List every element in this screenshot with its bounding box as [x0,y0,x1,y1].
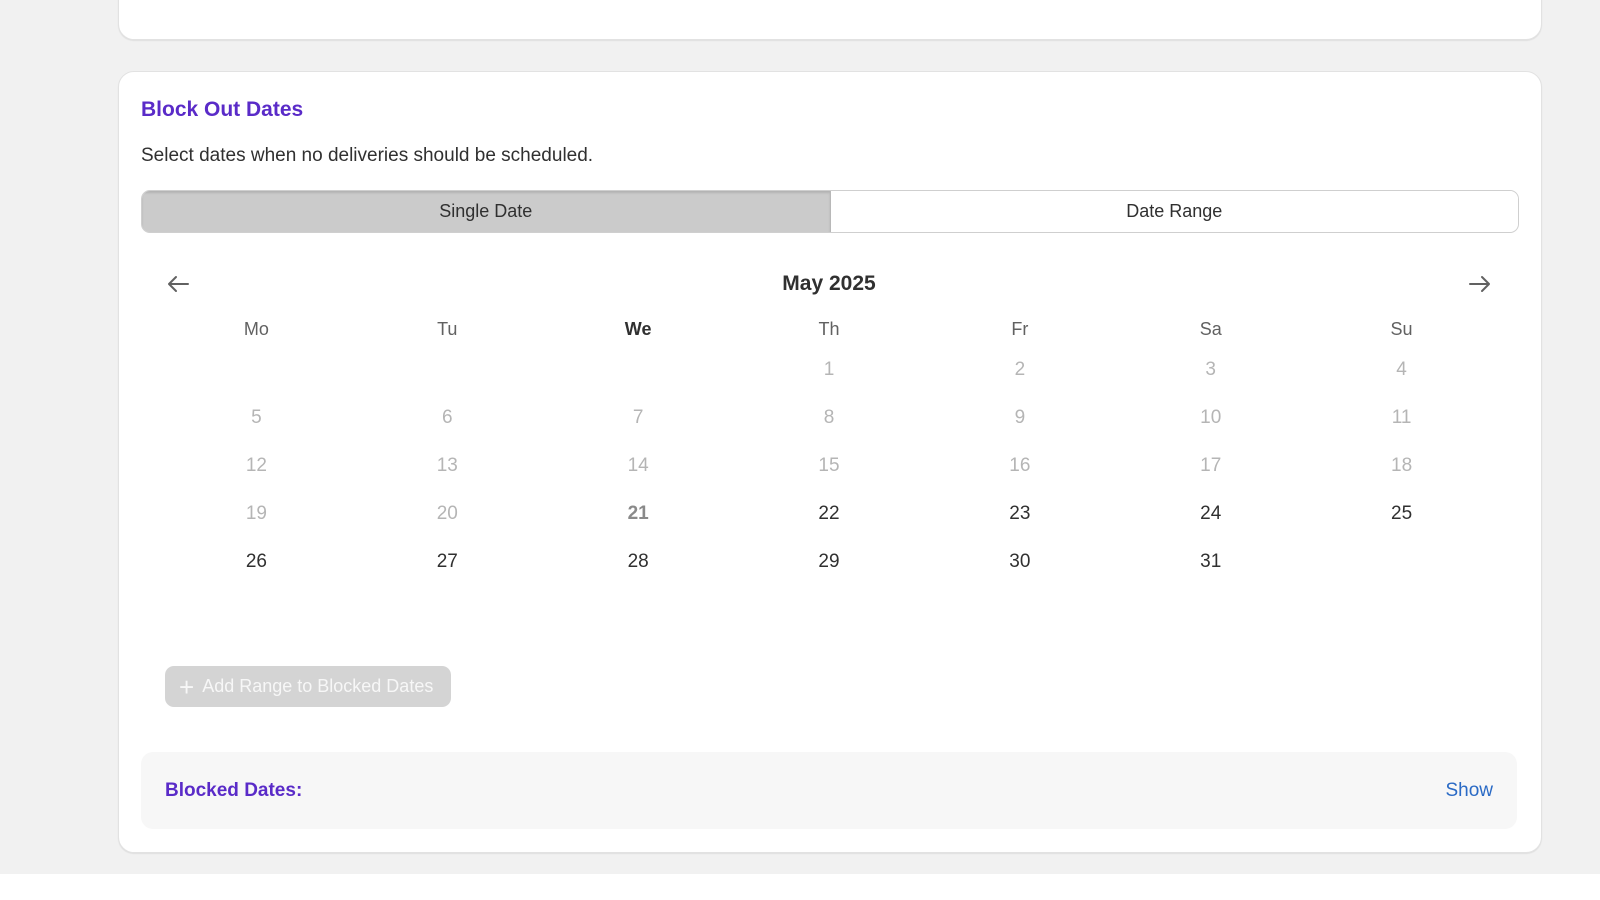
card-title: Block Out Dates [141,98,304,121]
calendar-day[interactable]: 27 [352,538,543,586]
weekday-header: Th [818,318,840,339]
calendar-day: 5 [251,407,262,428]
calendar-day: 4 [1396,359,1407,380]
calendar-day[interactable]: 26 [161,538,352,586]
block-out-dates-card: Block Out Dates Select dates when no del… [118,71,1542,853]
calendar-day: 13 [436,455,458,476]
calendar-day[interactable]: 25 [1306,490,1497,538]
calendar-blank-cell [543,346,734,394]
previous-card [118,0,1542,40]
calendar-day[interactable]: 31 [1115,538,1306,586]
next-month-button[interactable] [1465,270,1495,298]
calendar-day: 3 [1205,359,1216,380]
calendar-day: 9 [1014,407,1026,428]
calendar-day: 7 [632,407,644,428]
weekday-header: Tu [437,318,458,339]
single-date-button[interactable]: Single Date [142,191,831,232]
calendar-day: 17 [1200,455,1222,476]
weekday-header: Sa [1199,318,1222,339]
calendar-day: 1 [823,359,835,380]
calendar-day[interactable]: 30 [924,538,1115,586]
calendar-day: 18 [1391,455,1413,476]
calendar-day: 10 [1200,407,1222,428]
calendar-day[interactable]: 29 [734,538,925,586]
calendar-day: 15 [818,455,840,476]
blocked-dates-label: Blocked Dates: [165,780,303,801]
weekday-header: Su [1390,318,1413,339]
calendar-blank-cell [352,346,543,394]
arrow-right-icon [1469,276,1490,292]
calendar-day[interactable]: 24 [1115,490,1306,538]
calendar-blank-cell [161,346,352,394]
show-blocked-dates-link[interactable]: Show [1445,780,1493,802]
calendar-day: 14 [627,455,649,476]
month-label: May 2025 [782,272,876,295]
page-footer-area [0,874,1600,900]
calendar-day: 16 [1009,455,1031,476]
calendar-day[interactable]: 23 [924,490,1115,538]
date-mode-toggle: Single Date Date Range [141,190,1519,233]
calendar-day: 21 [627,503,649,524]
calendar-day: 8 [823,407,835,428]
card-description: Select dates when no deliveries should b… [141,145,594,166]
weekday-header: Fr [1011,318,1029,339]
calendar-day: 20 [436,503,458,524]
add-range-button[interactable]: + Add Range to Blocked Dates [165,666,452,707]
date-range-button[interactable]: Date Range [830,191,1518,232]
calendar-day: 19 [245,503,267,524]
calendar-day: 6 [441,407,453,428]
calendar-grid: Mo Tu We Th Fr Sa Su 1 2 3 4 5 6 7 8 9 10 11 12 13 14 15 16 17 1… [161,312,1497,586]
calendar-day[interactable]: 22 [734,490,925,538]
weekday-header: Mo [243,318,269,339]
weekday-header: We [624,318,652,339]
plus-icon: + [179,671,195,702]
calendar-day: 2 [1014,359,1026,380]
add-range-label: Add Range to Blocked Dates [202,676,434,696]
calendar-day[interactable]: 28 [543,538,734,586]
blocked-dates-panel: Blocked Dates: Show [141,752,1517,829]
calendar-day: 11 [1391,407,1412,428]
calendar-day: 12 [245,455,267,476]
calendar-header: May 2025 [141,262,1517,306]
